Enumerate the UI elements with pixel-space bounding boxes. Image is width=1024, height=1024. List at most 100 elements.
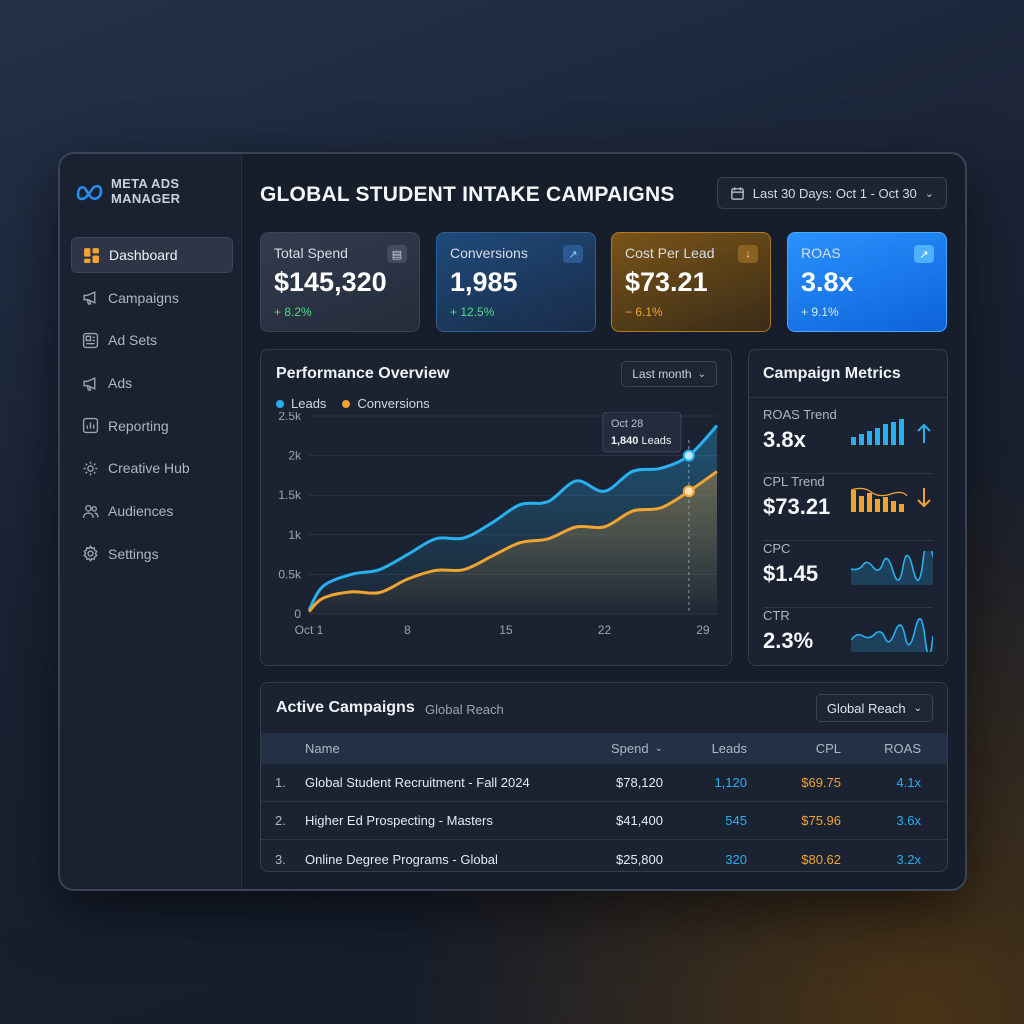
x-tick-label: 8 [404, 623, 411, 637]
column-header-roas[interactable]: ROAS [884, 733, 921, 764]
y-tick-label: 1k [288, 528, 302, 542]
x-tick-label: 29 [696, 623, 710, 637]
chevron-down-icon: ⌄ [913, 702, 922, 714]
sidebar-item-label: Dashboard [109, 247, 178, 263]
region-filter-label: Global Reach [826, 700, 906, 716]
sidebar-item-label: Ads [108, 375, 133, 392]
tooltip-date: Oct 28 [611, 418, 643, 430]
column-header-name[interactable]: Name [305, 733, 340, 764]
campaign-name[interactable]: Online Degree Programs - Global [305, 840, 498, 878]
tooltip-value: 1,840 Leads [611, 435, 672, 447]
kpi-card-cost-per-lead[interactable]: Cost Per Lead $73.21 − 6.1% ↓ [611, 232, 771, 332]
arrow-up-right-icon: ↗ [914, 245, 934, 263]
y-tick-label: 2.5k [278, 412, 302, 423]
metric-roas-trend[interactable]: ROAS Trend 3.8x [763, 407, 933, 474]
grid-icon [82, 246, 100, 264]
brand[interactable]: META ADS MANAGER [75, 176, 201, 206]
conversions-point [682, 485, 695, 498]
column-header-spend[interactable]: Spend ⌄ [611, 733, 663, 764]
kpi-value: 1,985 [450, 267, 518, 297]
app-window: META ADS MANAGER Dashboard Campaigns Ad … [58, 152, 967, 891]
y-tick-label: 0.5k [278, 567, 302, 581]
active-campaigns-panel: Active Campaigns Global Reach Global Rea… [260, 682, 948, 872]
kpi-card-conversions[interactable]: Conversions 1,985 + 12.5% ↗ [436, 232, 596, 332]
metrics-title: Campaign Metrics [763, 365, 901, 382]
kpi-delta: + 8.2% [274, 305, 312, 319]
period-select[interactable]: Last month ⌄ [621, 361, 717, 387]
legend-item-conversions[interactable]: Conversions [342, 396, 430, 411]
arrow-down-icon [917, 488, 931, 508]
sidebar-item-audiences[interactable]: Audiences [71, 493, 233, 529]
campaigns-subtitle: Global Reach [425, 702, 504, 717]
x-tick-label: 15 [499, 623, 513, 637]
date-range-label: Last 30 Days: Oct 1 - Oct 30 [752, 185, 917, 201]
meta-logo-icon [76, 184, 103, 201]
sidebar-item-campaigns[interactable]: Campaigns [71, 280, 233, 316]
legend-item-leads[interactable]: Leads [276, 396, 326, 411]
y-tick-label: 2k [288, 449, 302, 463]
date-range-picker[interactable]: Last 30 Days: Oct 1 - Oct 30 ⌄ [716, 177, 947, 209]
table-row[interactable]: 3. Online Degree Programs - Global $25,8… [261, 840, 947, 878]
kpi-card-total-spend[interactable]: Total Spend $145,320 + 8.2% ▤ [260, 232, 420, 332]
performance-title: Performance Overview [276, 365, 450, 382]
kpi-value: $145,320 [274, 267, 387, 297]
x-tick-label: Oct 1 [295, 623, 324, 637]
chart-legend: Leads Conversions [276, 396, 430, 411]
metric-cpl-trend[interactable]: CPL Trend $73.21 [763, 474, 933, 541]
x-tick-label: 22 [598, 623, 612, 637]
roas-sparkbars [851, 419, 931, 445]
megaphone-icon [81, 289, 99, 307]
sidebar-item-label: Ad Sets [108, 332, 158, 349]
brand-name: META ADS MANAGER [111, 176, 181, 206]
y-tick-label: 0 [294, 607, 301, 621]
kpi-card-roas[interactable]: ROAS 3.8x + 9.1% ↗ [787, 232, 947, 332]
sidebar-item-label: Reporting [108, 417, 169, 434]
campaign-metrics-panel: Campaign Metrics ROAS Trend 3.8x CPL Tre [748, 349, 948, 666]
sidebar-item-creative-hub[interactable]: Creative Hub [71, 450, 233, 486]
sidebar-item-settings[interactable]: Settings [71, 536, 233, 572]
cpc-sparkline [851, 551, 933, 585]
arrow-up-right-icon: ↗ [563, 245, 583, 263]
arrow-down-icon: ↓ [738, 245, 758, 263]
metric-ctr[interactable]: CTR 2.3% [763, 608, 933, 675]
sidebar-item-label: Creative Hub [108, 460, 190, 477]
gear-icon [81, 459, 99, 477]
users-icon [81, 502, 99, 520]
campaign-name[interactable]: Global Student Recruitment - Fall 2024 [305, 764, 530, 801]
performance-chart[interactable]: 0 0.5k 1k 1.5k 2k 2.5k Oct 1 8 15 22 29 Oct 28 1,840… [261, 412, 731, 665]
page-title: GLOBAL STUDENT INTAKE CAMPAIGNS [260, 183, 675, 206]
ctr-sparkline [851, 618, 933, 652]
cpl-sparkbars [851, 487, 931, 512]
kpi-delta: − 6.1% [625, 305, 663, 319]
sidebar-item-dashboard[interactable]: Dashboard [71, 237, 233, 273]
wallet-icon: ▤ [387, 245, 407, 263]
leads-point [682, 449, 695, 462]
divider [749, 397, 947, 398]
kpi-value: 3.8x [801, 267, 854, 297]
sidebar-item-ads[interactable]: Ads [71, 365, 233, 401]
metric-cpc[interactable]: CPC $1.45 [763, 541, 933, 608]
period-select-label: Last month [632, 367, 692, 381]
performance-overview-panel: Performance Overview Last month ⌄ Leads … [260, 349, 732, 666]
megaphone-icon [81, 374, 99, 392]
campaigns-title: Active Campaigns [276, 699, 415, 716]
campaign-name[interactable]: Higher Ed Prospecting - Masters [305, 802, 493, 839]
table-row[interactable]: 2. Higher Ed Prospecting - Masters $41,4… [261, 802, 947, 840]
sidebar-item-label: Audiences [108, 503, 174, 520]
sidebar-item-label: Campaigns [108, 289, 179, 306]
column-header-cpl[interactable]: CPL [816, 733, 841, 764]
column-header-leads[interactable]: Leads [712, 733, 747, 764]
chevron-down-icon: ⌄ [924, 187, 934, 200]
sidebar-item-reporting[interactable]: Reporting [71, 408, 233, 444]
region-filter-select[interactable]: Global Reach ⌄ [815, 694, 933, 722]
sort-desc-icon: ⌄ [654, 743, 663, 754]
chevron-down-icon: ⌄ [697, 368, 706, 380]
arrow-up-icon [917, 423, 931, 443]
sidebar-item-ad-sets[interactable]: Ad Sets [71, 322, 233, 358]
layers-icon [81, 331, 99, 349]
table-row[interactable]: 1. Global Student Recruitment - Fall 202… [261, 764, 947, 802]
kpi-delta: + 12.5% [450, 305, 495, 319]
sidebar: META ADS MANAGER Dashboard Campaigns Ad … [60, 154, 242, 889]
main-content: GLOBAL STUDENT INTAKE CAMPAIGNS Last 30 … [243, 154, 965, 889]
sidebar-item-label: Settings [108, 545, 159, 562]
